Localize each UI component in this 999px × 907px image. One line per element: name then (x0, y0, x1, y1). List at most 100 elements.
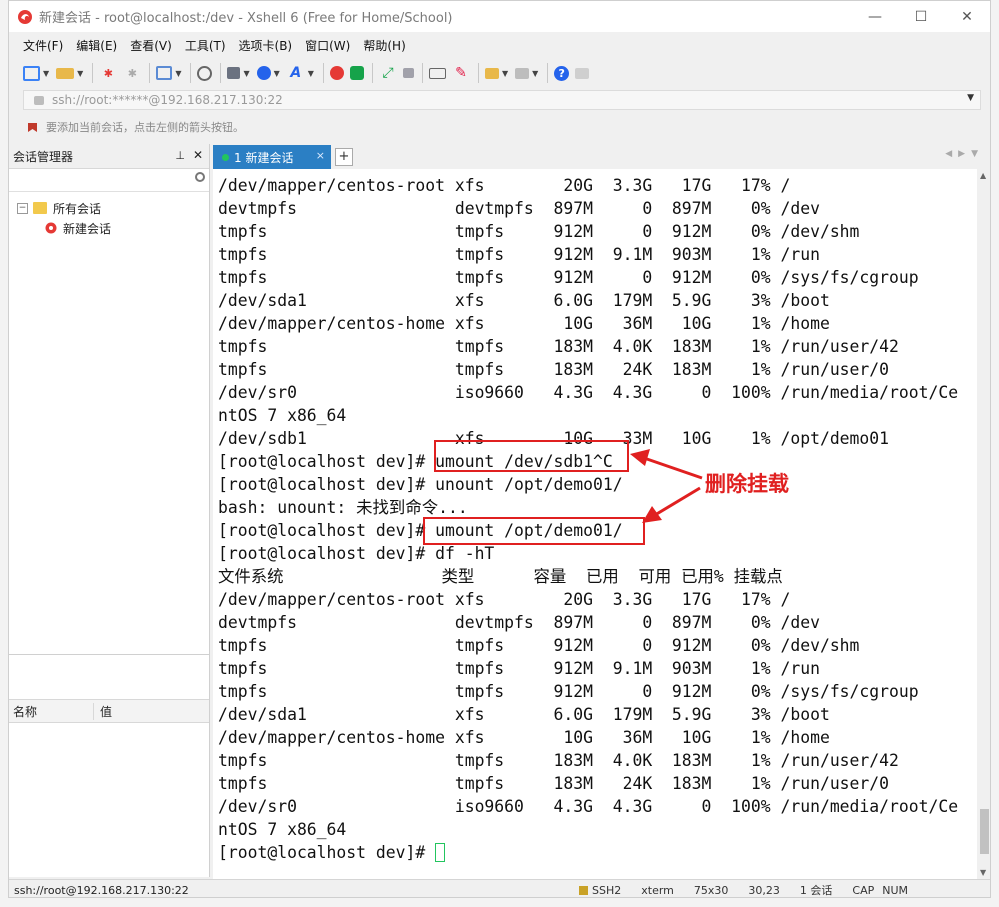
toolbar: ▼ ▼ ✱ ✱ ▼ ▼ ▼ A ▼ ⤢ ✎ ▼ ▼ ? (9, 58, 990, 88)
properties-header: 名称 值 (9, 699, 209, 723)
dropdown-arrow-icon[interactable]: ▼ (243, 69, 249, 78)
session-tree: − 所有会话 新建会话 (9, 192, 209, 238)
dropdown-arrow-icon[interactable]: ▼ (532, 69, 538, 78)
properties-icon[interactable] (156, 66, 173, 80)
dropdown-arrow-icon[interactable]: ▼ (274, 69, 280, 78)
tab-new-session[interactable]: 1 新建会话 × (213, 145, 331, 169)
toolbar-divider (190, 63, 192, 83)
new-session-icon[interactable] (23, 65, 40, 81)
status-bar: ssh://root@192.168.217.130:22 SSH2 xterm… (9, 879, 990, 897)
toolbar-divider (322, 63, 324, 83)
tree-item-label: 新建会话 (63, 221, 112, 236)
tree-item-all-sessions[interactable]: − 所有会话 (9, 198, 209, 218)
highlight-icon[interactable]: ✎ (452, 65, 470, 81)
connect-icon[interactable]: ✱ (99, 65, 117, 81)
tab-close-icon[interactable]: × (316, 149, 325, 162)
scroll-down-icon[interactable]: ▼ (980, 868, 986, 877)
tab-label: 1 新建会话 (234, 150, 294, 165)
xshell-icon[interactable] (329, 66, 344, 80)
xftp-icon[interactable] (349, 66, 364, 80)
menu-file[interactable]: 文件(F) (23, 37, 63, 54)
terminal-line: devtmpfs devtmpfs 897M 0 897M 0% /dev (218, 613, 820, 632)
tab-strip: 1 新建会话 × + ◀▶▼ (213, 144, 990, 169)
chevron-down-icon[interactable]: ▼ (967, 93, 974, 103)
close-icon[interactable]: ✕ (193, 148, 203, 162)
xshell-logo-icon (18, 9, 32, 24)
pin-icon[interactable]: ⊥ (175, 149, 185, 162)
open-folder-icon[interactable] (56, 67, 75, 79)
terminal-line: /dev/sda1 xfs 6.0G 179M 5.9G 3% /boot (218, 705, 830, 724)
session-manager-pane: 会话管理器 ⊥ ✕ − 所有会话 新建会话 名称 值 (9, 144, 210, 877)
lock-icon (579, 885, 588, 895)
status-protocol: SSH2 (592, 883, 622, 897)
terminal-line: tmpfs tmpfs 183M 4.0K 183M 1% /run/user/… (218, 337, 899, 356)
terminal-line: tmpfs tmpfs 183M 24K 183M 1% /run/user/0 (218, 774, 890, 793)
session-search-input[interactable] (9, 169, 209, 192)
terminal-line: [root@localhost dev]# df -hT (218, 544, 495, 563)
collapse-icon[interactable]: − (17, 202, 28, 214)
maximize-button[interactable]: ☐ (898, 1, 944, 32)
font-icon[interactable]: A (287, 65, 305, 81)
menu-window[interactable]: 窗口(W) (305, 37, 350, 54)
tile-icon[interactable] (515, 67, 530, 79)
dropdown-arrow-icon[interactable]: ▼ (175, 69, 181, 78)
terminal-line: /dev/mapper/centos-root xfs 20G 3.3G 17G… (218, 176, 791, 195)
terminal-line: /dev/sr0 iso9660 4.3G 4.3G 0 100% /run/m… (218, 383, 959, 402)
close-button[interactable]: ✕ (944, 1, 990, 32)
window-title: 新建会话 - root@localhost:/dev - Xshell 6 (F… (39, 11, 453, 26)
terminal-line: tmpfs tmpfs 183M 4.0K 183M 1% /run/user/… (218, 751, 899, 770)
scrollbar-thumb[interactable] (980, 809, 989, 854)
column-value[interactable]: 值 (94, 703, 112, 720)
pane-divider[interactable] (9, 654, 209, 685)
session-icon (45, 222, 57, 234)
menu-edit[interactable]: 编辑(E) (76, 37, 117, 54)
address-text: ssh://root:******@192.168.217.130:22 (52, 93, 283, 107)
scroll-up-icon[interactable]: ▲ (980, 171, 986, 180)
menu-tools[interactable]: 工具(T) (185, 37, 226, 54)
tree-item-label: 所有会话 (53, 201, 102, 216)
menu-view[interactable]: 查看(V) (130, 37, 172, 54)
terminal-line: tmpfs tmpfs 912M 0 912M 0% /sys/fs/cgrou… (218, 682, 919, 701)
add-folder-icon[interactable] (484, 67, 499, 79)
lock-icon[interactable] (402, 68, 414, 78)
session-manager-title: 会话管理器 (13, 149, 74, 164)
status-cursor-pos: 30,23 (748, 883, 780, 897)
terminal-scrollbar[interactable]: ▲ ▼ (977, 169, 990, 879)
toolbar-divider (421, 63, 423, 83)
toolbar-divider (220, 63, 222, 83)
address-bar[interactable]: ssh://root:******@192.168.217.130:22 ▼ (23, 90, 981, 110)
menu-bar: 文件(F) 编辑(E) 查看(V) 工具(T) 选项卡(B) 窗口(W) 帮助(… (9, 32, 990, 58)
status-dot-icon (222, 153, 229, 161)
dropdown-arrow-icon[interactable]: ▼ (308, 69, 314, 78)
annotation-label: 删除挂载 (705, 472, 789, 496)
fullscreen-icon[interactable]: ⤢ (379, 65, 397, 81)
hint-bar: 要添加当前会话，点击左侧的箭头按钮。 (23, 115, 981, 139)
terminal-cursor (435, 843, 446, 862)
status-size: 75x30 (693, 883, 729, 897)
dropdown-arrow-icon[interactable]: ▼ (77, 69, 83, 78)
status-caps: CAP (852, 883, 875, 897)
keyboard-icon[interactable] (428, 67, 446, 79)
tree-item-new-session[interactable]: 新建会话 (9, 218, 209, 238)
disconnect-icon[interactable]: ✱ (123, 65, 141, 81)
bookmark-arrow-icon[interactable] (27, 122, 38, 133)
toolbar-divider (371, 63, 373, 83)
find-icon[interactable] (197, 65, 213, 81)
search-icon[interactable] (195, 172, 205, 182)
tab-scroll-icon[interactable]: ◀▶▼ (945, 149, 984, 159)
lock-icon (34, 95, 44, 105)
toolbar-divider (92, 63, 94, 83)
terminal-line: 文件系统 类型 容量 已用 可用 已用% 挂载点 (218, 567, 783, 586)
chat-icon[interactable] (575, 67, 590, 79)
menu-help[interactable]: 帮助(H) (363, 37, 405, 54)
dropdown-arrow-icon[interactable]: ▼ (43, 69, 49, 78)
terminal-line: tmpfs tmpfs 912M 0 912M 0% /sys/fs/cgrou… (218, 268, 919, 287)
menu-tabs[interactable]: 选项卡(B) (239, 37, 293, 54)
add-tab-button[interactable]: + (335, 148, 353, 166)
layout-icon[interactable] (227, 67, 241, 79)
minimize-button[interactable]: — (852, 1, 898, 32)
dropdown-arrow-icon[interactable]: ▼ (502, 69, 508, 78)
column-name[interactable]: 名称 (9, 702, 94, 720)
help-icon[interactable]: ? (554, 65, 570, 81)
globe-icon[interactable] (256, 66, 271, 80)
